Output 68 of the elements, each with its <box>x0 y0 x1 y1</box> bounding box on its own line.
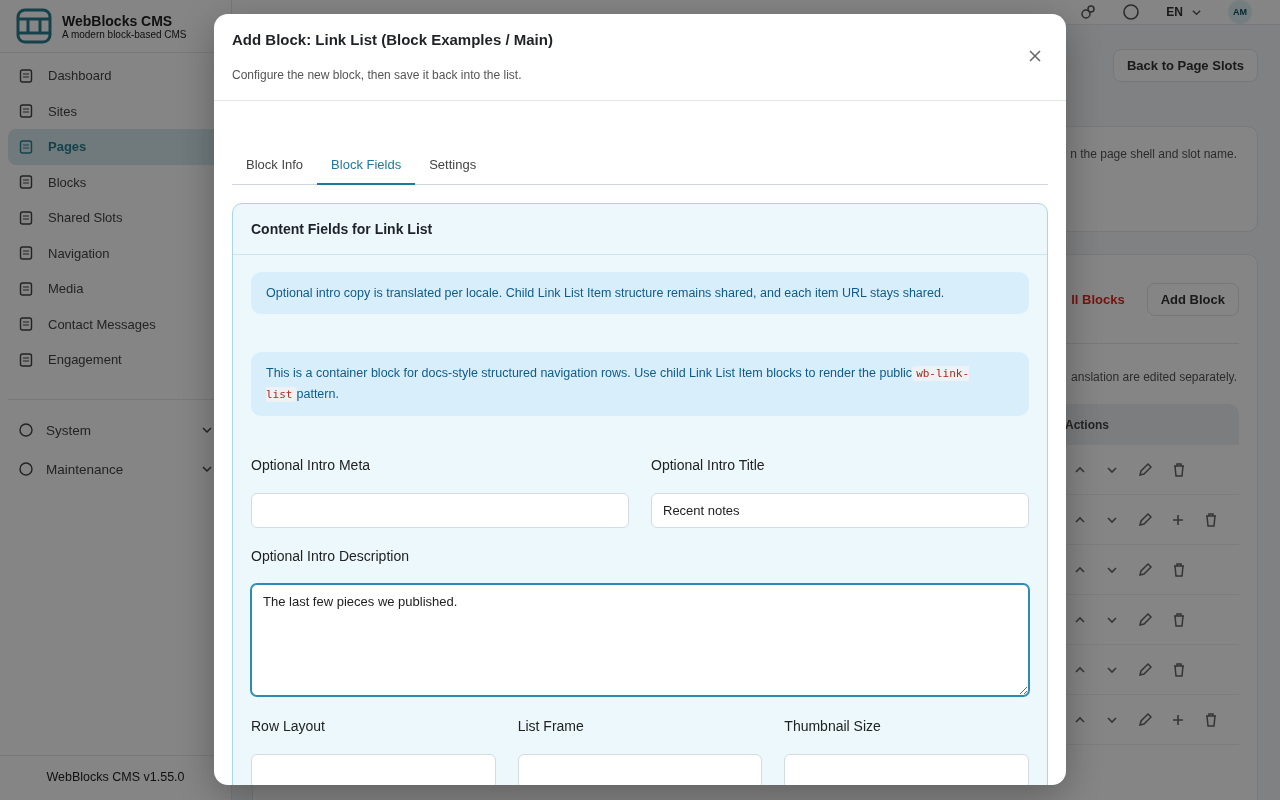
field-label: Row Layout <box>251 718 326 734</box>
sidebar-item[interactable]: Shared Slots <box>8 200 223 236</box>
dialog-title: Add Block: Link List (Block Examples / Main) <box>232 30 553 48</box>
field-label: Optional Intro Meta <box>251 457 372 473</box>
brand-tagline: A modern block-based CMS <box>62 28 187 40</box>
help-icon[interactable] <box>1122 3 1141 21</box>
caret-icon <box>201 424 213 436</box>
page-icon <box>18 67 34 84</box>
tab[interactable]: Block Info <box>232 151 318 185</box>
page-icon <box>18 174 34 191</box>
pencil-icon[interactable] <box>1137 561 1153 578</box>
select-field[interactable] <box>517 754 763 785</box>
sidebar-group[interactable]: System <box>8 415 223 445</box>
select-field[interactable] <box>784 754 1029 785</box>
text-area[interactable]: The last few pieces we published. <box>251 584 1029 696</box>
select-field[interactable] <box>251 754 496 785</box>
plus-icon[interactable] <box>1171 712 1185 727</box>
info-notice: Optional intro copy is translated per locale. Child Link List Item structure remains shared, and each item URL stays shared. <box>251 272 1029 314</box>
sidebar-item[interactable]: Engagement <box>8 342 223 378</box>
tab[interactable]: Settings <box>415 151 491 185</box>
close-icon[interactable] <box>1028 49 1042 63</box>
trash-icon[interactable] <box>1203 511 1219 528</box>
tab[interactable]: Block Fields <box>317 151 416 185</box>
trash-icon[interactable] <box>1203 711 1219 728</box>
logo-icon <box>16 8 52 44</box>
sidebar-item[interactable]: Navigation <box>8 235 223 271</box>
dialog-subtitle: Configure the new block, then save it back into the list. <box>232 68 523 82</box>
pencil-icon[interactable] <box>1137 711 1153 728</box>
pencil-icon[interactable] <box>1137 661 1153 678</box>
panel-title: Content Fields for Link List <box>233 204 1047 255</box>
field-label: Optional Intro Description <box>251 548 410 564</box>
trash-icon[interactable] <box>1171 561 1187 578</box>
trash-icon[interactable] <box>1171 611 1187 628</box>
plus-icon[interactable] <box>1171 512 1185 527</box>
sidebar-item[interactable]: Sites <box>8 93 223 129</box>
field-label: List Frame <box>517 718 585 734</box>
column-header: Actions <box>1065 417 1109 432</box>
sidebar-item[interactable]: Contact Messages <box>8 306 223 342</box>
page-icon <box>18 316 34 333</box>
trash-icon[interactable] <box>1171 461 1187 478</box>
page-icon <box>18 351 34 368</box>
all-blocks-link[interactable]: ll Blocks <box>1071 291 1125 307</box>
field-label: Thumbnail Size <box>784 718 882 734</box>
page-icon <box>18 245 34 262</box>
page-icon <box>18 280 34 297</box>
slot-note: n the page shell and slot name. <box>1070 147 1237 161</box>
translation-note: anslation are edited separately. <box>1071 370 1237 386</box>
input-field[interactable] <box>251 493 629 528</box>
info-notice: This is a container block for docs-style structured navigation rows. Use child Link List Item blocks to render the public wb-link-list pattern. <box>251 352 1029 416</box>
page-icon <box>18 138 34 155</box>
page-icon <box>18 209 34 226</box>
language-select[interactable]: EN <box>1166 5 1202 19</box>
sidebar-item[interactable]: Blocks <box>8 164 223 200</box>
trash-icon[interactable] <box>1171 661 1187 678</box>
add-block-button[interactable]: Add Block <box>1146 282 1239 316</box>
sidebar-item[interactable]: Media <box>8 271 223 307</box>
back-button[interactable]: Back to Page Slots <box>1112 49 1258 82</box>
page-icon <box>18 103 34 120</box>
caret-icon <box>201 463 213 475</box>
sidebar-item[interactable]: Dashboard <box>8 58 223 94</box>
pencil-icon[interactable] <box>1137 611 1153 628</box>
user-avatar[interactable]: AM <box>1228 0 1252 24</box>
pencil-icon[interactable] <box>1137 511 1153 528</box>
input-field[interactable]: Recent notes <box>651 493 1029 528</box>
brand-name: WebBlocks CMS <box>62 12 174 29</box>
sidebar-group[interactable]: Maintenance <box>8 454 223 484</box>
pencil-icon[interactable] <box>1137 461 1153 478</box>
field-label: Optional Intro Title <box>651 457 766 473</box>
